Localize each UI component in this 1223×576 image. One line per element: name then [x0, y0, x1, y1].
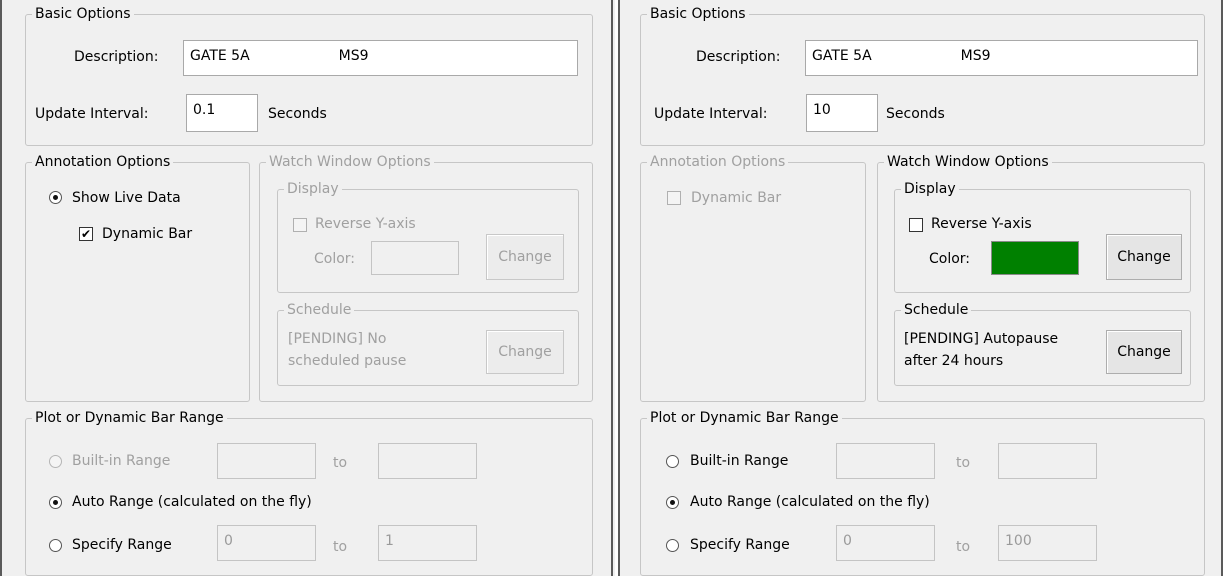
color-label: Color: [929, 251, 971, 267]
reverse-y-axis-checkbox[interactable] [293, 218, 307, 232]
basic-options-group: Basic Options [640, 6, 1205, 146]
dynamic-bar-label: Dynamic Bar [102, 226, 193, 242]
schedule-status-line2: scheduled pause [288, 353, 407, 369]
specify-range-from-input[interactable]: 0 [836, 525, 935, 561]
display-legend: Display [287, 181, 339, 197]
specify-range-to-input[interactable]: 100 [998, 525, 1097, 561]
watch-window-options-legend: Watch Window Options [269, 154, 431, 170]
show-live-data-radio[interactable] [49, 191, 62, 204]
display-legend: Display [904, 181, 956, 197]
schedule-legend: Schedule [904, 302, 969, 318]
schedule-change-button[interactable]: Change [1106, 330, 1182, 374]
builtin-range-label: Built-in Range [72, 453, 171, 469]
radio-selected-dot [53, 195, 58, 200]
options-panel-left: Basic Options Description: GATE 5A MS9 U… [0, 0, 615, 576]
specify-range-radio[interactable] [666, 539, 679, 552]
update-interval-label: Update Interval: [35, 106, 149, 122]
specify-range-to-label: to [333, 539, 348, 555]
reverse-y-axis-label: Reverse Y-axis [315, 216, 416, 232]
schedule-status-line1: [PENDING] No [288, 331, 387, 347]
auto-range-radio[interactable] [49, 496, 62, 509]
specify-range-to-input[interactable]: 1 [378, 525, 477, 561]
specify-range-radio[interactable] [49, 539, 62, 552]
description-input[interactable]: GATE 5A MS9 [805, 40, 1198, 76]
schedule-change-button[interactable]: Change [486, 330, 564, 374]
color-label: Color: [314, 251, 356, 267]
color-swatch[interactable] [371, 241, 459, 275]
panel-right-edge [611, 0, 613, 576]
builtin-range-to-label: to [333, 455, 348, 471]
description-label: Description: [696, 49, 781, 65]
specify-range-from-input[interactable]: 0 [217, 525, 316, 561]
builtin-range-to-label: to [956, 455, 971, 471]
builtin-range-from-input[interactable] [217, 443, 316, 479]
auto-range-label: Auto Range (calculated on the fly) [690, 494, 930, 510]
dynamic-bar-label: Dynamic Bar [691, 190, 782, 206]
display-change-button[interactable]: Change [1106, 234, 1182, 280]
dynamic-bar-checkbox[interactable]: ✔ [79, 227, 93, 241]
display-change-button[interactable]: Change [486, 234, 564, 280]
annotation-options-legend: Annotation Options [35, 154, 171, 170]
color-swatch[interactable] [991, 241, 1079, 275]
radio-selected-dot [670, 500, 675, 505]
seconds-label: Seconds [886, 106, 945, 122]
builtin-range-from-input[interactable] [836, 443, 935, 479]
reverse-y-axis-label: Reverse Y-axis [931, 216, 1032, 232]
builtin-range-to-input[interactable] [998, 443, 1097, 479]
options-panel-right: Basic Options Description: GATE 5A MS9 U… [618, 0, 1223, 576]
schedule-status-line1: [PENDING] Autopause [904, 331, 1059, 347]
specify-range-label: Specify Range [72, 537, 172, 553]
panel-left-edge [618, 0, 620, 576]
builtin-range-to-input[interactable] [378, 443, 477, 479]
builtin-range-label: Built-in Range [690, 453, 789, 469]
watch-window-options-legend: Watch Window Options [887, 154, 1049, 170]
description-label: Description: [74, 49, 159, 65]
specify-range-label: Specify Range [690, 537, 790, 553]
update-interval-input[interactable]: 10 [806, 94, 878, 132]
reverse-y-axis-checkbox[interactable] [909, 218, 923, 232]
specify-range-to-label: to [956, 539, 971, 555]
show-live-data-label: Show Live Data [72, 190, 181, 206]
auto-range-label: Auto Range (calculated on the fly) [72, 494, 312, 510]
description-input[interactable]: GATE 5A MS9 [183, 40, 578, 76]
builtin-range-radio[interactable] [666, 455, 679, 468]
dynamic-bar-checkbox[interactable] [667, 191, 681, 205]
builtin-range-radio[interactable] [49, 455, 62, 468]
radio-selected-dot [53, 500, 58, 505]
update-interval-input[interactable]: 0.1 [186, 94, 258, 132]
auto-range-radio[interactable] [666, 496, 679, 509]
basic-options-group: Basic Options [25, 6, 593, 146]
basic-options-legend: Basic Options [35, 6, 131, 22]
seconds-label: Seconds [268, 106, 327, 122]
annotation-options-legend: Annotation Options [650, 154, 786, 170]
panel-left-edge [0, 0, 2, 576]
basic-options-legend: Basic Options [650, 6, 746, 22]
schedule-status-line2: after 24 hours [904, 353, 1004, 369]
schedule-legend: Schedule [287, 302, 352, 318]
update-interval-label: Update Interval: [654, 106, 768, 122]
range-legend: Plot or Dynamic Bar Range [35, 410, 224, 426]
range-legend: Plot or Dynamic Bar Range [650, 410, 839, 426]
